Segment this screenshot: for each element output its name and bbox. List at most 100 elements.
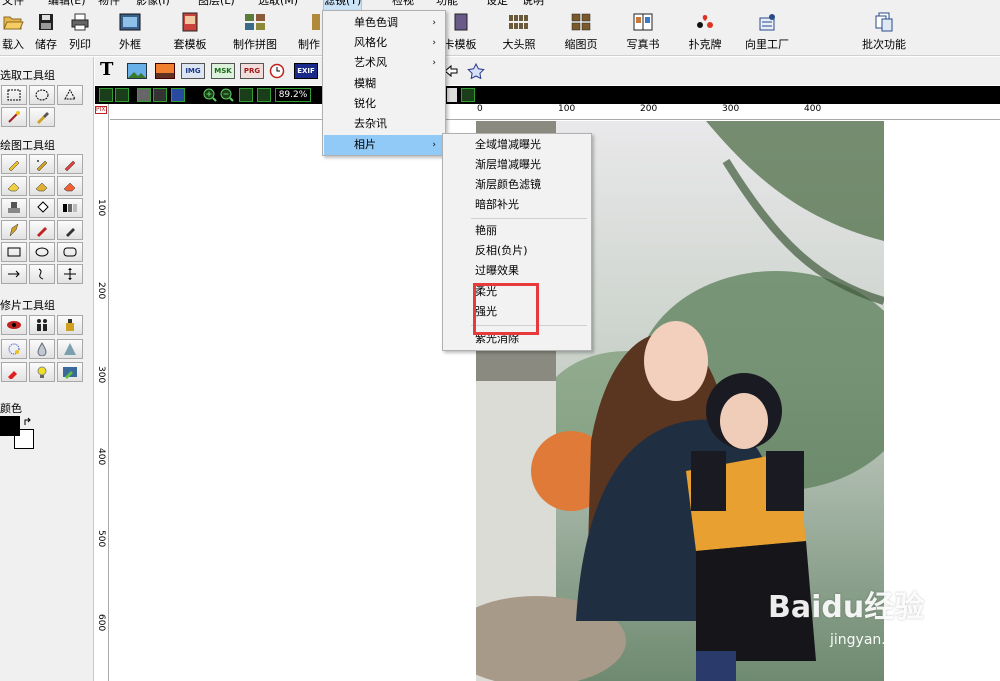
filter-blur[interactable]: 模糊 xyxy=(324,74,444,94)
magic-wand-tool[interactable] xyxy=(1,107,27,127)
filter-sharpen[interactable]: 锐化 xyxy=(324,94,444,114)
menu-layer[interactable]: 图层(L) xyxy=(198,0,235,10)
undo-button[interactable] xyxy=(99,88,113,102)
zoom-in-icon[interactable] xyxy=(203,88,217,102)
people-icon xyxy=(37,319,47,331)
swap-colors-icon[interactable] xyxy=(23,417,33,427)
smudge-tool[interactable] xyxy=(29,176,55,196)
cut-button[interactable] xyxy=(153,88,167,102)
menu-settings[interactable]: 设定 xyxy=(486,0,508,10)
hruler-label: 200 xyxy=(640,104,658,114)
redo-button[interactable] xyxy=(115,88,129,102)
lasso-select-tool[interactable] xyxy=(57,85,83,105)
blur-drop-tool[interactable] xyxy=(29,339,55,359)
menu-object[interactable]: 物件 xyxy=(98,0,120,10)
photo-negative[interactable]: 反相(负片) xyxy=(444,241,590,261)
rectangle-tool[interactable] xyxy=(1,242,27,262)
menu-filter[interactable]: 滤镜(T) xyxy=(322,0,363,11)
clone-person-tool[interactable] xyxy=(29,315,55,335)
make-collage-button[interactable]: 制作拼图 xyxy=(228,12,282,52)
layer-dropdown[interactable] xyxy=(461,88,475,102)
airbrush-tool[interactable] xyxy=(29,154,55,174)
pen-tool[interactable] xyxy=(1,220,27,240)
retouch-photo-tool[interactable] xyxy=(57,362,83,382)
stamp-tool[interactable] xyxy=(1,198,27,218)
filter-denoise[interactable]: 去杂讯 xyxy=(324,114,444,134)
photo-gradient-exposure[interactable]: 渐层增减曝光 xyxy=(444,155,590,175)
filter-mono-tone[interactable]: 单色色调 › xyxy=(324,13,444,33)
photo-book-button[interactable]: 写真书 xyxy=(622,12,664,52)
rounded-rect-tool[interactable] xyxy=(57,242,83,262)
star-icon[interactable] xyxy=(467,63,485,79)
menu-image[interactable]: 影像(I) xyxy=(136,0,170,10)
bottle-tool[interactable] xyxy=(57,315,83,335)
pencil-tool[interactable] xyxy=(1,154,27,174)
dropper-tool[interactable] xyxy=(57,220,83,240)
msk-button[interactable]: MSK xyxy=(211,63,235,79)
img-button[interactable]: IMG xyxy=(181,63,205,79)
menu-file[interactable]: 文件 xyxy=(2,0,24,10)
actual-size-button[interactable] xyxy=(257,88,271,102)
template-button[interactable]: 套模板 xyxy=(170,12,210,52)
foreground-color-swatch[interactable] xyxy=(0,416,20,436)
outer-frame-button[interactable]: 外框 xyxy=(110,12,150,52)
poker-button[interactable]: 扑克牌 xyxy=(684,12,726,52)
gradient-icon xyxy=(63,204,77,212)
arrow-shape-icon[interactable] xyxy=(444,64,458,78)
rect-select-tool[interactable] xyxy=(1,85,27,105)
photo-vivid[interactable]: 艳丽 xyxy=(444,221,590,241)
photo-global-exposure[interactable]: 全域增减曝光 xyxy=(444,135,590,155)
zoom-level: 89.2% xyxy=(275,88,311,102)
light-tool[interactable] xyxy=(29,362,55,382)
filter-stylize[interactable]: 风格化 › xyxy=(324,33,444,53)
sunset-button[interactable] xyxy=(155,63,175,79)
submenu-arrow-icon: › xyxy=(432,140,436,150)
print-button[interactable]: 列印 xyxy=(66,12,94,52)
photo-overexpose[interactable]: 过曝效果 xyxy=(444,261,590,281)
menu-select[interactable]: 选取(M) xyxy=(258,0,298,10)
image-button[interactable] xyxy=(127,63,147,79)
big-head-button[interactable]: 大头照 xyxy=(498,12,540,52)
color-brush-tool[interactable] xyxy=(57,154,83,174)
fill-tool[interactable] xyxy=(29,198,55,218)
filter-artistic[interactable]: 艺术风 › xyxy=(324,53,444,73)
curve-tool[interactable] xyxy=(29,264,55,284)
sharpen-tool[interactable] xyxy=(57,339,83,359)
menu-function[interactable]: 功能 xyxy=(436,0,458,10)
red-eraser-tool[interactable] xyxy=(57,176,83,196)
photo-shadow-fill[interactable]: 暗部补光 xyxy=(444,195,590,215)
menu-edit[interactable]: 编辑(E) xyxy=(48,0,86,10)
ellipse-tool[interactable] xyxy=(29,242,55,262)
red-eye-tool[interactable] xyxy=(1,315,27,335)
copy-button[interactable] xyxy=(137,88,151,102)
brush-tool[interactable] xyxy=(29,220,55,240)
clock-icon[interactable] xyxy=(269,63,285,79)
card-template-button[interactable]: 卡模板 xyxy=(440,12,480,52)
move-tool[interactable] xyxy=(57,264,83,284)
make-button[interactable]: 制作 xyxy=(296,12,322,52)
text-tool[interactable]: T xyxy=(100,59,113,80)
rectangle-icon xyxy=(7,247,21,257)
sparkle-select-tool[interactable] xyxy=(1,339,27,359)
factory-button[interactable]: 向里工厂 xyxy=(740,12,794,52)
thumbnail-page-button[interactable]: 缩图页 xyxy=(560,12,602,52)
batch-button[interactable]: 批次功能 xyxy=(856,12,912,52)
photo-gradient-color-filter[interactable]: 渐层颜色滤镜 xyxy=(444,175,590,195)
exif-button[interactable]: EXIF xyxy=(294,63,318,79)
paste-button[interactable] xyxy=(171,88,185,102)
line-tool[interactable] xyxy=(1,264,27,284)
ellipse-select-tool[interactable] xyxy=(29,85,55,105)
select-brush-tool[interactable] xyxy=(29,107,55,127)
load-button[interactable]: 载入 xyxy=(0,12,26,52)
fit-window-button[interactable] xyxy=(239,88,253,102)
menu-help[interactable]: 说明 xyxy=(522,0,544,10)
lipstick-tool[interactable] xyxy=(1,362,27,382)
zoom-out-icon[interactable] xyxy=(220,88,234,102)
menu-view[interactable]: 检视 xyxy=(392,0,414,10)
filter-photo[interactable]: 相片 › xyxy=(324,135,444,155)
prg-button[interactable]: PRG xyxy=(240,63,264,79)
save-button[interactable]: 储存 xyxy=(32,12,60,52)
eraser-tool[interactable] xyxy=(1,176,27,196)
layer-swatch[interactable] xyxy=(447,88,457,102)
gradient-tool[interactable] xyxy=(57,198,83,218)
